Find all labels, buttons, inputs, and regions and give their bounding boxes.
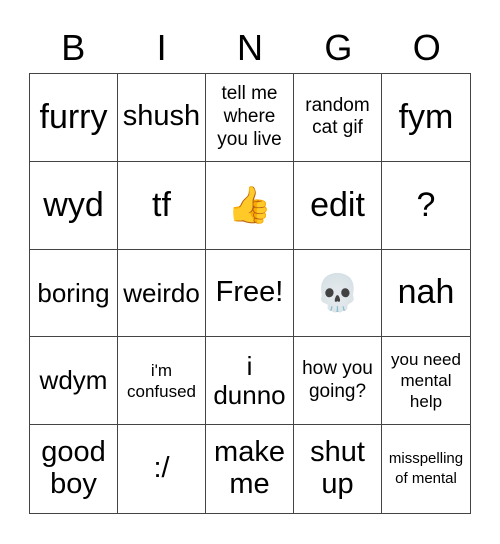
header-letter-b: B [61,27,86,68]
bingo-cell-text: good boy [41,436,106,501]
bingo-cell-text: how you going? [302,357,373,402]
bingo-cell-text: furry [39,97,108,136]
bingo-cell[interactable]: shut up [294,425,382,513]
skull-icon: 💀 [315,272,360,314]
bingo-cell[interactable]: :/ [118,425,206,513]
bingo-cell[interactable]: shush [118,74,206,162]
bingo-cell[interactable]: how you going? [294,337,382,426]
bingo-cell[interactable]: wdym [30,337,118,426]
bingo-cell-text: shut up [310,436,365,501]
bingo-cell-text: weirdo [123,277,200,308]
bingo-cell-text: i dunno [213,351,286,410]
bingo-cell-text: i'm confused [127,360,196,401]
bingo-cell[interactable]: furry [30,74,118,162]
bingo-cell[interactable]: Free! [206,249,294,338]
bingo-cell[interactable]: you need mental help [382,337,470,426]
bingo-cell-text: tell me where you live [217,83,282,150]
bingo-cell[interactable]: edit [294,161,382,250]
bingo-cell[interactable]: tell me where you live [206,74,294,162]
bingo-cell-text: shush [122,100,201,133]
header-letter-g: G [324,27,353,68]
bingo-cell-text: nah [397,273,455,312]
bingo-cell-text: tf [152,185,171,224]
bingo-cell[interactable]: ? [382,162,470,250]
thumbs-up-icon: 👍 [227,184,272,226]
bingo-header: B I N G O [29,24,471,72]
bingo-cell-text: :/ [153,452,170,485]
bingo-cell[interactable]: i dunno [206,337,294,426]
bingo-cell[interactable]: tf [118,161,206,250]
bingo-cell[interactable]: boring [30,249,118,338]
bingo-cell[interactable]: fym [382,74,470,162]
bingo-cell[interactable]: nah [382,250,470,338]
bingo-cell[interactable]: make me [206,425,294,513]
bingo-cell[interactable]: good boy [30,425,118,513]
bingo-cell-text: Free! [215,276,284,309]
header-letter-i: I [156,27,167,68]
bingo-cell-text: you need mental help [391,349,461,412]
bingo-cell[interactable]: misspelling of mental [382,425,470,513]
header-letter-o: O [412,27,441,68]
bingo-cell[interactable]: wyd [30,161,118,250]
bingo-cell-text: wdym [39,365,108,396]
bingo-cell-text: wyd [43,185,104,224]
bingo-cell-text: misspelling of mental [388,449,464,488]
header-letter-n: N [236,27,263,68]
bingo-cell-skull[interactable]: 💀 [294,249,382,338]
bingo-cell-text: fym [398,97,454,136]
bingo-cell-text: ? [416,185,436,224]
bingo-cell[interactable]: weirdo [118,249,206,338]
bingo-cell[interactable]: i'm confused [118,337,206,426]
bingo-grid: furry shush tell me where you live random c… [29,73,471,514]
bingo-cell-text: boring [37,277,110,308]
bingo-cell-text: edit [310,185,365,224]
bingo-cell-thumbs-up[interactable]: 👍 [206,161,294,250]
bingo-cell-text: make me [214,436,285,501]
bingo-cell-text: random cat gif [305,94,370,139]
bingo-cell[interactable]: random cat gif [294,74,382,162]
